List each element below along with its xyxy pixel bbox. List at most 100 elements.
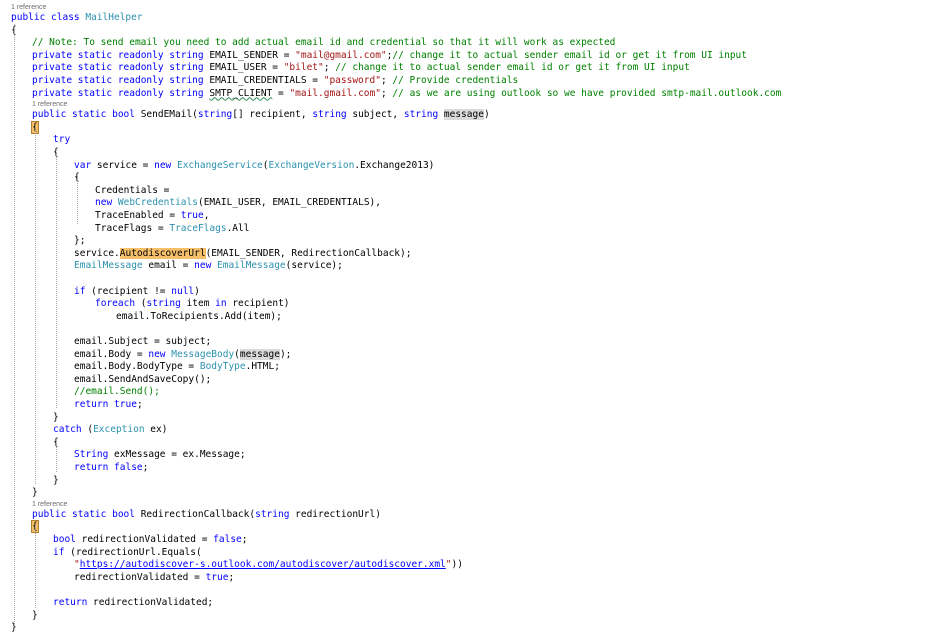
- code-token: public: [11, 12, 52, 23]
- code-line: if (recipient != null): [0, 286, 940, 299]
- code-token: email.Body =: [74, 348, 149, 360]
- code-token: readonly: [117, 49, 170, 61]
- code-token: // change it to actual sender email id o…: [392, 49, 747, 61]
- code-token: readonly: [117, 62, 170, 74]
- code-token: redirectionValidated =: [74, 571, 206, 583]
- code-token: true: [205, 571, 229, 583]
- code-token: email.Body.BodyType =: [74, 361, 200, 373]
- code-token: ;: [323, 62, 336, 74]
- code-token: service =: [96, 159, 155, 171]
- code-lens-reference[interactable]: 1 reference: [32, 100, 67, 109]
- code-line: email.Subject = subject;: [0, 336, 940, 349]
- code-line: //email.Send();: [0, 386, 940, 399]
- code-token: }: [32, 487, 38, 499]
- code-line: {: [0, 147, 940, 160]
- code-line: {: [0, 520, 940, 534]
- code-token: EmailMessage: [217, 260, 286, 272]
- code-token: WebCredentials: [117, 197, 198, 209]
- code-line: Credentials =: [0, 185, 940, 198]
- code-line: catch (Exception ex): [0, 424, 940, 437]
- code-line: foreach (string item in recipient): [0, 298, 940, 311]
- code-token: true: [114, 399, 137, 410]
- code-token: ;: [142, 462, 149, 473]
- code-hyperlink[interactable]: https://autodiscover-s.outlook.com/autod…: [80, 559, 446, 570]
- code-token: MessageBody: [171, 348, 235, 360]
- code-token: message: [239, 348, 280, 360]
- code-token: ex): [150, 424, 168, 436]
- code-token: (recipient !=: [91, 285, 172, 297]
- code-token: public: [32, 109, 73, 121]
- code-token: false: [213, 534, 242, 545]
- code-line: service.AutodiscoverUrl(EMAIL_SENDER, Re…: [0, 247, 940, 261]
- code-lens-reference[interactable]: 1 reference: [11, 3, 46, 12]
- code-token: Credentials =: [95, 184, 170, 196]
- code-token: ): [483, 109, 490, 121]
- code-token: string: [169, 75, 210, 86]
- code-line: email.Body.BodyType = BodyType.HTML;: [0, 361, 940, 374]
- code-token: );: [279, 348, 292, 360]
- code-token: EMAIL_CREDENTIALS =: [209, 75, 324, 86]
- code-token: }: [53, 411, 59, 423]
- code-line: private static readonly string SMTP_CLIE…: [0, 88, 940, 101]
- code-token: ;: [380, 87, 393, 99]
- code-token: in: [215, 298, 233, 310]
- code-token: //email.Send();: [74, 386, 160, 398]
- code-token: Exception: [93, 424, 151, 436]
- indent-guide: [35, 130, 36, 484]
- code-token: [] recipient,: [232, 109, 313, 121]
- code-token: email.ToRecipients.Add(item);: [116, 310, 282, 322]
- code-token: bool: [53, 534, 82, 545]
- code-line: private static readonly string EMAIL_USE…: [0, 62, 940, 75]
- code-token: String: [74, 449, 115, 461]
- code-token: if: [53, 546, 71, 558]
- code-token: string: [403, 109, 444, 121]
- indent-guide: [77, 176, 78, 224]
- code-line: {: [0, 172, 940, 185]
- code-token: new: [95, 197, 118, 209]
- code-token: new: [154, 159, 177, 171]
- indent-guide: [35, 526, 36, 608]
- code-line: new WebCredentials(EMAIL_USER, EMAIL_CRE…: [0, 197, 940, 210]
- code-line: }: [0, 412, 940, 425]
- code-line: String exMessage = ex.Message;: [0, 449, 940, 462]
- code-token: string: [146, 298, 187, 310]
- code-token: "password": [323, 75, 381, 86]
- code-lens-reference[interactable]: 1 reference: [32, 500, 67, 509]
- code-token: return: [53, 597, 94, 608]
- code-line: return true;: [0, 399, 940, 412]
- code-token: };: [74, 235, 86, 247]
- code-line: }: [0, 487, 940, 500]
- code-line: bool redirectionValidated = false;: [0, 534, 940, 547]
- code-token: static: [77, 87, 118, 99]
- code-token: "mail.gmail.com": [289, 87, 381, 99]
- code-editor[interactable]: 1 reference public class MailHelper{// No…: [0, 0, 940, 637]
- code-token: foreach: [95, 298, 141, 310]
- code-token: bool: [112, 109, 141, 121]
- code-token: .Exchange2013): [354, 159, 435, 171]
- code-token: // change it to actual sender email id o…: [335, 62, 690, 74]
- code-token: ,: [203, 210, 210, 221]
- code-token: ;: [228, 571, 235, 583]
- code-token: )): [451, 559, 463, 571]
- code-token: TraceEnabled =: [95, 210, 181, 221]
- code-token: "bilet": [283, 62, 324, 74]
- code-token: string: [169, 62, 210, 74]
- code-token: ): [194, 285, 200, 297]
- code-token: catch: [53, 424, 88, 436]
- code-token: ExchangeVersion: [268, 159, 355, 171]
- code-token: .All: [226, 222, 250, 234]
- code-token: TraceFlags: [169, 222, 227, 234]
- code-token: new: [194, 260, 218, 272]
- code-token: string: [312, 109, 353, 121]
- code-token: // as we are using outlook so we have pr…: [392, 87, 782, 99]
- code-token: static: [72, 508, 113, 520]
- code-token: exMessage = ex.Message;: [114, 449, 246, 461]
- code-token: ExchangeService: [176, 159, 263, 171]
- code-token: SendEMail(: [140, 109, 198, 121]
- code-token: email.Subject = subject;: [74, 336, 212, 347]
- code-line: }: [0, 475, 940, 488]
- code-token: new: [148, 348, 172, 360]
- indent-guide: [14, 24, 15, 624]
- code-line: private static readonly string EMAIL_CRE…: [0, 75, 940, 88]
